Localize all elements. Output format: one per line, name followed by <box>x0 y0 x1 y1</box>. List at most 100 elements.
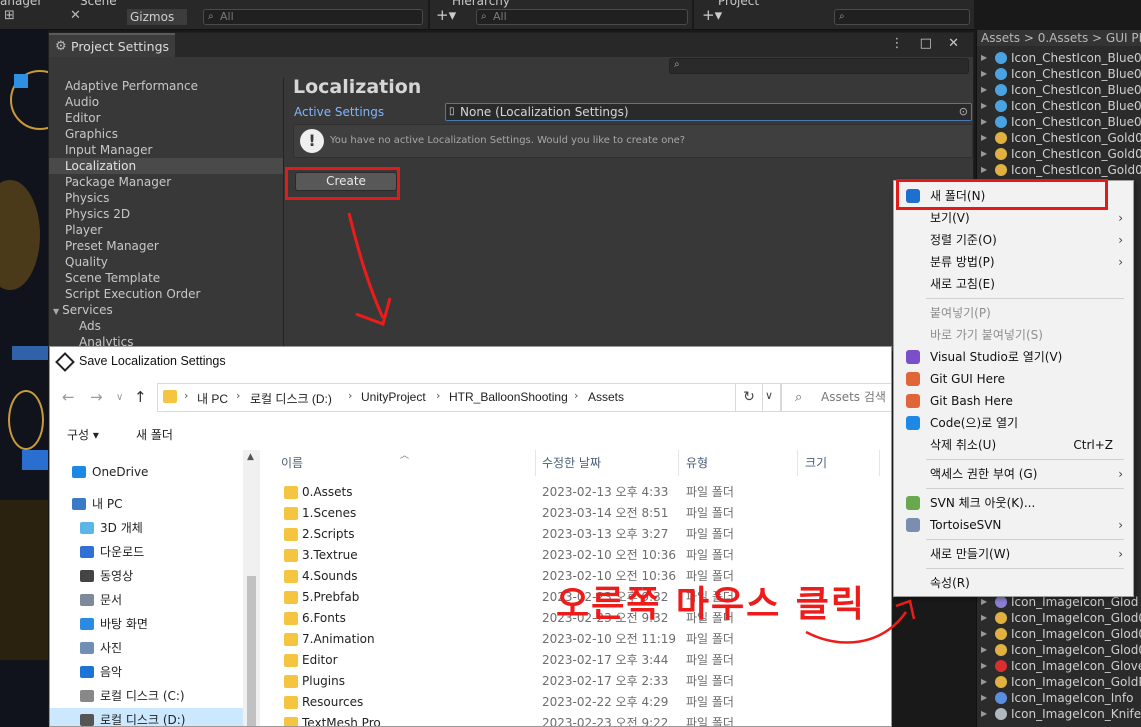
context-menu-item[interactable]: Code(으)로 열기 <box>894 412 1133 434</box>
create-button[interactable]: Create <box>295 172 397 191</box>
object-picker-icon[interactable]: ⊙ <box>959 104 968 120</box>
sidebar-item[interactable]: Input Manager <box>49 142 283 158</box>
path-segment[interactable]: 내 PC <box>197 390 228 407</box>
expand-triangle-icon[interactable]: ▶ <box>981 98 987 114</box>
project-settings-tab[interactable]: ⚙ Project Settings <box>49 33 175 57</box>
file-row[interactable]: Plugins 2023-02-17 오후 2:33 파일 폴더 <box>264 671 891 692</box>
sidebar-item[interactable]: Package Manager <box>49 174 283 190</box>
tools-icon[interactable]: ✕ <box>70 8 81 23</box>
asset-row[interactable]: ▶ Icon_ImageIcon_Glove <box>977 658 1141 674</box>
active-settings-object-field[interactable]: ▯ None (Localization Settings) ⊙ <box>445 103 972 121</box>
file-row[interactable]: Editor 2023-02-17 오후 3:44 파일 폴더 <box>264 650 891 671</box>
context-menu-item[interactable]: 새로 고침(E) <box>894 273 1133 295</box>
file-row[interactable]: 3.Textrue 2023-02-10 오전 10:36 파일 폴더 <box>264 545 891 566</box>
context-menu-item[interactable]: 보기(V) › <box>894 207 1133 229</box>
context-menu-item[interactable]: 새로 만들기(W) › <box>894 543 1133 565</box>
add-icon[interactable]: +▾ <box>436 6 456 24</box>
grid-icon[interactable]: ⊞ <box>4 8 15 23</box>
context-menu-item[interactable]: TortoiseSVN › <box>894 514 1133 536</box>
manager-tab-label[interactable]: anager <box>0 0 42 8</box>
forward-arrow-icon[interactable]: → <box>90 388 103 406</box>
asset-row[interactable]: ▶ Icon_ImageIcon_GoldPo <box>977 674 1141 690</box>
asset-row[interactable]: ▶ Icon_ChestIcon_Blue03 <box>977 114 1141 130</box>
dialog-search-input[interactable]: ⌕ Assets 검색 <box>780 383 891 412</box>
sidebar-item[interactable]: Ads <box>49 318 283 334</box>
expand-triangle-icon[interactable]: ▶ <box>981 130 987 146</box>
scene-tab-label[interactable]: Scene <box>80 0 117 8</box>
asset-row[interactable]: ▶ Icon_ImageIcon_Knife_ <box>977 706 1141 722</box>
context-menu-item[interactable]: SVN 체크 아웃(K)... <box>894 492 1133 514</box>
expand-triangle-icon[interactable]: ▶ <box>981 162 987 178</box>
expand-triangle-icon[interactable]: ▶ <box>981 82 987 98</box>
nav-item[interactable]: 사진 <box>50 636 260 660</box>
context-menu-item[interactable]: Visual Studio로 열기(V) <box>894 346 1133 368</box>
nav-item[interactable]: 로컬 디스크 (D:) <box>50 708 260 726</box>
expand-triangle-icon[interactable]: ▼ <box>53 307 59 316</box>
nav-item[interactable]: 문서 <box>50 588 260 612</box>
context-menu-item[interactable]: 새 폴더(N) <box>894 185 1133 207</box>
asset-row[interactable]: ▶ Icon_ChestIcon_Gold01 <box>977 146 1141 162</box>
hierarchy-tab-label[interactable]: Hierarchy <box>452 0 510 8</box>
nav-item[interactable]: 동영상 <box>50 564 260 588</box>
path-segment[interactable]: 로컬 디스크 (D:) <box>250 390 332 407</box>
file-row[interactable]: 7.Animation 2023-02-10 오전 11:19 파일 폴더 <box>264 629 891 650</box>
sidebar-item[interactable]: Script Execution Order <box>49 286 283 302</box>
asset-row[interactable]: ▶ Icon_ChestIcon_Blue02 <box>977 50 1141 66</box>
gizmos-dropdown[interactable]: Gizmos <box>127 9 187 25</box>
new-folder-button[interactable]: 새 폴더 <box>136 426 173 443</box>
asset-row[interactable]: ▶ Icon_ChestIcon_Blue03 <box>977 82 1141 98</box>
context-menu-item[interactable]: 삭제 취소(U) Ctrl+Z <box>894 434 1133 456</box>
sidebar-item[interactable]: Audio <box>49 94 283 110</box>
column-divider[interactable] <box>678 450 679 476</box>
context-menu-item[interactable]: 붙여넣기(P) <box>894 302 1133 324</box>
sidebar-item[interactable]: Adaptive Performance <box>49 78 283 94</box>
expand-triangle-icon[interactable]: ▶ <box>981 690 987 706</box>
refresh-button[interactable]: ↻ <box>735 383 763 412</box>
asset-row[interactable]: ▶ Icon_ChestIcon_Blue03 <box>977 98 1141 114</box>
hierarchy-search-input[interactable]: ⌕ All <box>476 9 688 25</box>
window-controls[interactable]: ⋮ □ ✕ <box>891 36 965 51</box>
column-divider[interactable] <box>797 450 798 476</box>
asset-row[interactable]: ▶ Icon_ImageIcon_Info <box>977 690 1141 706</box>
column-name-header[interactable]: 이름 <box>281 454 303 471</box>
expand-triangle-icon[interactable]: ▶ <box>981 610 987 626</box>
file-row[interactable]: Resources 2023-02-22 오후 4:29 파일 폴더 <box>264 692 891 713</box>
context-menu-item[interactable]: 액세스 권한 부여 (G) › <box>894 463 1133 485</box>
asset-row[interactable]: ▶ Icon_ChestIcon_Gold01 <box>977 130 1141 146</box>
expand-triangle-icon[interactable]: ▶ <box>981 674 987 690</box>
project-tab-label[interactable]: Project <box>718 0 759 8</box>
sidebar-item[interactable]: ▼ Services <box>49 302 283 318</box>
breadcrumb[interactable]: Assets > 0.Assets > GUI PR <box>977 30 1141 46</box>
nav-item[interactable]: OneDrive <box>50 460 260 484</box>
path-segment[interactable]: HTR_BalloonShooting <box>449 390 568 404</box>
context-menu-item[interactable]: 분류 방법(P) › <box>894 251 1133 273</box>
sidebar-item[interactable]: Player <box>49 222 283 238</box>
address-bar[interactable]: › 내 PC › 로컬 디스크 (D:) › UnityProject › HT… <box>157 383 782 412</box>
sidebar-item[interactable]: Physics 2D <box>49 206 283 222</box>
sidebar-item[interactable]: Physics <box>49 190 283 206</box>
expand-triangle-icon[interactable]: ▶ <box>981 66 987 82</box>
sidebar-item[interactable]: Scene Template <box>49 270 283 286</box>
sidebar-item[interactable]: Graphics <box>49 126 283 142</box>
up-arrow-icon[interactable]: ↑ <box>134 388 147 406</box>
organize-button[interactable]: 구성 ▾ <box>67 426 99 443</box>
expand-triangle-icon[interactable]: ▶ <box>981 658 987 674</box>
context-menu-item[interactable]: Git Bash Here <box>894 390 1133 412</box>
column-divider[interactable] <box>535 450 536 476</box>
nav-item[interactable]: 3D 개체 <box>50 516 260 540</box>
nav-item[interactable]: 바탕 화면 <box>50 612 260 636</box>
add-icon[interactable]: +▾ <box>702 6 722 24</box>
expand-triangle-icon[interactable]: ▶ <box>981 642 987 658</box>
nav-item[interactable]: 로컬 디스크 (C:) <box>50 684 260 708</box>
file-row[interactable]: 0.Assets 2023-02-13 오후 4:33 파일 폴더 <box>264 482 891 503</box>
scrollbar-thumb[interactable] <box>247 576 256 726</box>
sidebar-item[interactable]: Preset Manager <box>49 238 283 254</box>
path-segment[interactable]: UnityProject <box>361 390 426 404</box>
back-arrow-icon[interactable]: ← <box>62 388 75 406</box>
asset-row[interactable]: ▶ Icon_ImageIcon_Glod01 <box>977 610 1141 626</box>
context-menu-item[interactable]: 바로 가기 붙여넣기(S) <box>894 324 1133 346</box>
sidebar-item[interactable]: Editor <box>49 110 283 126</box>
nav-scrollbar[interactable]: ▲ <box>243 450 260 726</box>
asset-row[interactable]: ▶ Icon_ChestIcon_Blue02 <box>977 66 1141 82</box>
expand-triangle-icon[interactable]: ▶ <box>981 706 987 722</box>
